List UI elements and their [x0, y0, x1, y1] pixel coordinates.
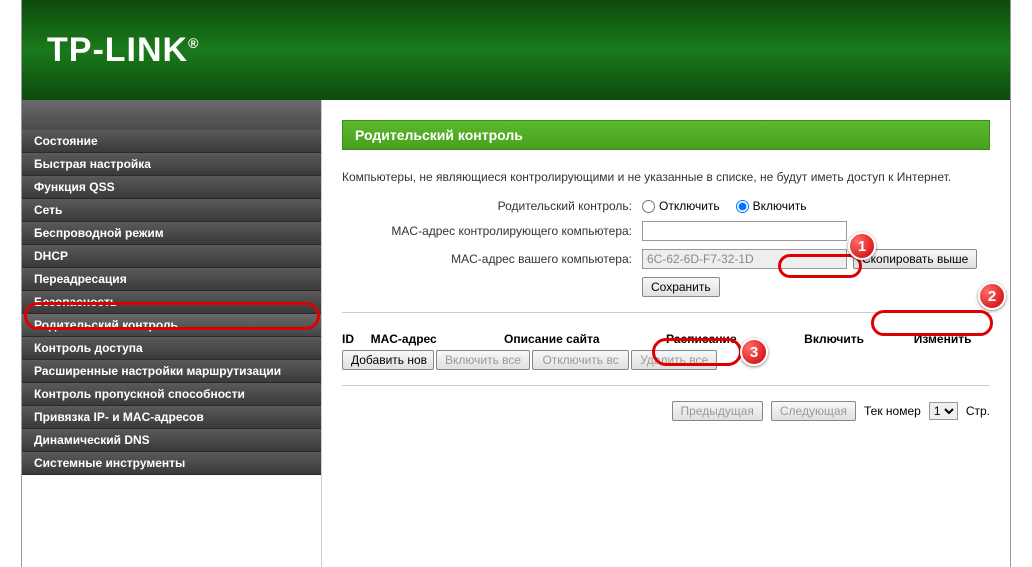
save-button[interactable]: Сохранить — [642, 277, 720, 297]
sidebar-item-advanced-routing[interactable]: Расширенные настройки маршрутизации — [22, 360, 321, 383]
divider — [342, 312, 990, 313]
divider2 — [342, 385, 990, 386]
copy-above-button[interactable]: Скопировать выше — [853, 249, 977, 269]
input-control-mac[interactable] — [642, 221, 847, 241]
sidebar-item-qss[interactable]: Функция QSS — [22, 176, 321, 199]
page-label: Тек номер — [864, 404, 921, 418]
th-edit: Изменить — [914, 332, 990, 346]
info-text: Компьютеры, не являющиеся контролирующим… — [342, 170, 990, 184]
input-your-mac — [642, 249, 847, 269]
disable-all-button[interactable]: Отключить вс — [532, 350, 629, 370]
add-new-button[interactable]: Добавить нов — [342, 350, 434, 370]
sidebar-item-parental-control[interactable]: Родительский контроль — [22, 314, 321, 337]
enable-all-button[interactable]: Включить все — [436, 350, 530, 370]
radio-disable-label: Отключить — [659, 199, 720, 213]
sidebar-item-system-tools[interactable]: Системные инструменты — [22, 452, 321, 475]
sidebar-item-ip-mac-binding[interactable]: Привязка IP- и MAC-адресов — [22, 406, 321, 429]
sidebar-item-wireless[interactable]: Беспроводной режим — [22, 222, 321, 245]
page-select[interactable]: 1 — [929, 402, 958, 420]
pagination: Предыдущая Следующая Тек номер 1 Стр. — [342, 401, 990, 421]
table-header: ID MAC-адрес Описание сайта Расписание В… — [342, 328, 990, 350]
th-sched: Расписание — [666, 332, 804, 346]
sidebar-item-dhcp[interactable]: DHCP — [22, 245, 321, 268]
sidebar-item-status[interactable]: Состояние — [22, 130, 321, 153]
delete-all-button[interactable]: Удалить все — [631, 350, 717, 370]
radio-enable-label: Включить — [753, 199, 807, 213]
sidebar-item-network[interactable]: Сеть — [22, 199, 321, 222]
label-control-mac: MAC-адрес контролирующего компьютера: — [342, 224, 642, 238]
label-parental-control: Родительский контроль: — [342, 199, 642, 213]
th-mac: MAC-адрес — [371, 332, 504, 346]
sidebar-item-access-control[interactable]: Контроль доступа — [22, 337, 321, 360]
sidebar-item-forwarding[interactable]: Переадресация — [22, 268, 321, 291]
radio-enable[interactable] — [736, 200, 749, 213]
page-suffix: Стр. — [966, 404, 990, 418]
header: TP-LINK® — [22, 0, 1010, 100]
sidebar-item-bandwidth-control[interactable]: Контроль пропускной способности — [22, 383, 321, 406]
th-desc: Описание сайта — [504, 332, 666, 346]
radio-disable[interactable] — [642, 200, 655, 213]
sidebar: Состояние Быстрая настройка Функция QSS … — [22, 100, 322, 567]
sidebar-item-ddns[interactable]: Динамический DNS — [22, 429, 321, 452]
main-content: Родительский контроль Компьютеры, не явл… — [322, 100, 1010, 567]
label-your-mac: MAC-адрес вашего компьютера: — [342, 252, 642, 266]
sidebar-header — [22, 100, 321, 130]
prev-button[interactable]: Предыдущая — [672, 401, 763, 421]
next-button[interactable]: Следующая — [771, 401, 856, 421]
th-enable: Включить — [804, 332, 914, 346]
sidebar-item-security[interactable]: Безопасность — [22, 291, 321, 314]
th-id: ID — [342, 332, 371, 346]
logo: TP-LINK® — [47, 31, 199, 70]
page-title: Родительский контроль — [342, 120, 990, 150]
sidebar-item-quick-setup[interactable]: Быстрая настройка — [22, 153, 321, 176]
